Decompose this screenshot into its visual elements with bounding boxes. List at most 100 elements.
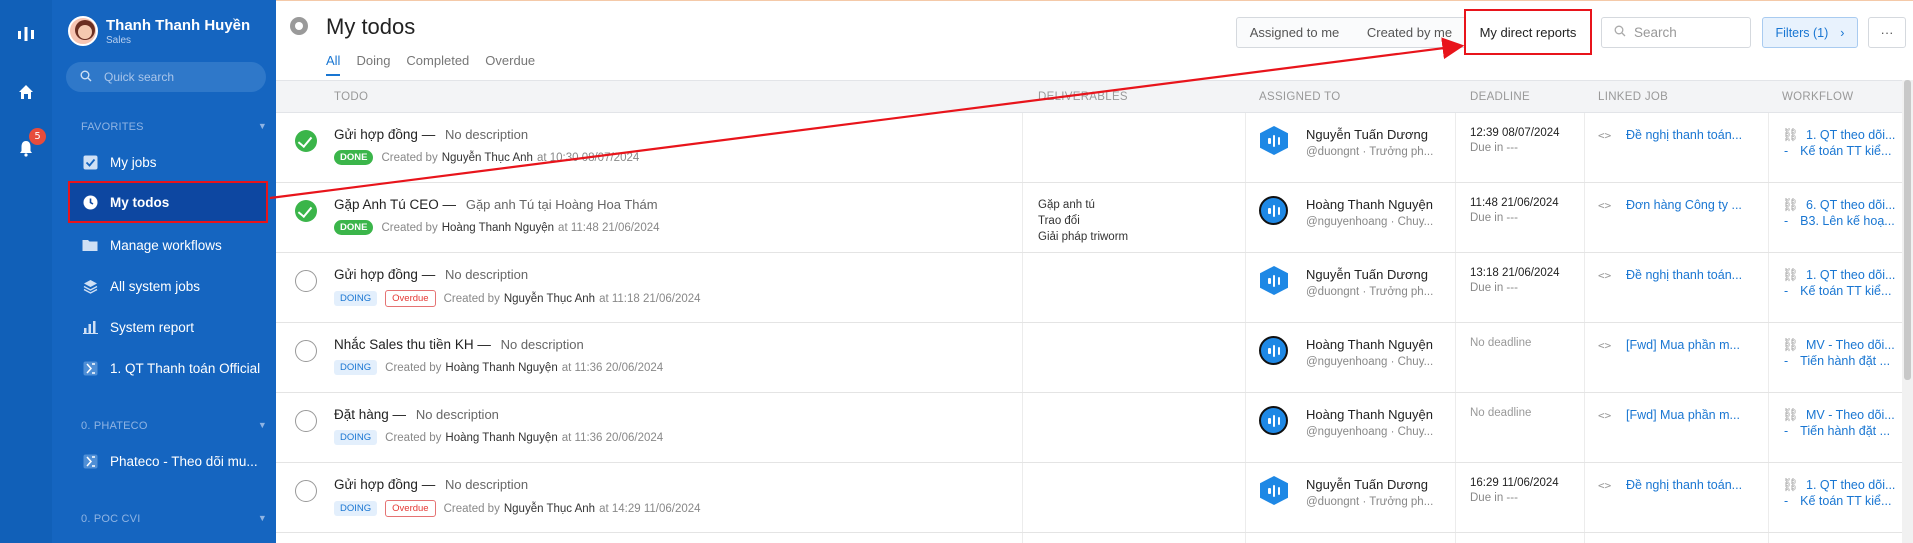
notification-badge: 5 (29, 128, 46, 145)
todo-title-line[interactable]: Gửi hợp đồng — No description (334, 267, 528, 282)
filters-label: Filters (1) (1775, 25, 1829, 40)
created-by-label: Created by (385, 431, 442, 444)
workflow-step[interactable]: - Kế toán TT kiể... (1784, 284, 1891, 298)
deadline-due: Due in --- (1470, 212, 1518, 224)
tab-overdue[interactable]: Overdue (485, 53, 535, 76)
link-icon: ⛓ (1782, 478, 1799, 493)
linked-job-link[interactable]: Đề nghị thanh toán... (1626, 478, 1742, 492)
table-row[interactable]: Gửi hợp đồng — No description DONE Creat… (276, 113, 1913, 183)
workflow-step[interactable]: - Tiến hành đặt ... (1784, 424, 1890, 438)
table-row[interactable]: Gửi hợp đồng — No description DOING Overd… (276, 253, 1913, 323)
tab-all[interactable]: All (326, 53, 341, 76)
phateco-section-label[interactable]: 0. PHATECO ▼ (81, 420, 271, 432)
workflow-link[interactable]: MV - Theo dõi... (1806, 408, 1895, 422)
poc-cvi-label: 0. POC CVI (81, 513, 141, 525)
assigned-to-me-button[interactable]: Assigned to me (1236, 17, 1353, 48)
table-row[interactable]: Nhắc Sales thu tiền KH — No description … (276, 323, 1913, 393)
sidebar-item-qt-thanh-toan[interactable]: 1. QT Thanh toán Official (68, 349, 268, 387)
todo-checkbox[interactable] (295, 410, 317, 432)
created-by-label: Created by (381, 151, 438, 164)
folder-icon (82, 237, 98, 253)
todo-title-line[interactable]: Gửi hợp đồng — No description (334, 477, 528, 492)
todo-checkbox[interactable] (295, 130, 317, 152)
todo-meta: DOING Created by Hoàng Thanh Nguyện at 1… (334, 430, 663, 445)
todo-title-line[interactable]: Gửi hợp đồng — No description (334, 127, 528, 142)
todo-checkbox[interactable] (295, 200, 317, 222)
user-role: Sales (106, 34, 132, 46)
creator-name: Hoàng Thanh Nguyện (445, 431, 558, 444)
sidebar-item-my-todos[interactable]: My todos (68, 181, 268, 223)
more-options-button[interactable]: ··· (1868, 17, 1906, 48)
workflow-link[interactable]: 1. QT theo dõi... (1806, 478, 1895, 492)
todo-description: No description (500, 337, 584, 352)
sidebar-item-system-report[interactable]: System report (68, 308, 268, 346)
avatar (68, 16, 98, 46)
favorites-section-label[interactable]: FAVORITES ▼ (81, 121, 271, 133)
clock-icon (82, 194, 98, 210)
assignee-handle: @duongnt · Trưởng ph... (1306, 146, 1434, 158)
todo-checkbox[interactable] (295, 270, 317, 292)
search-input[interactable]: Search (1601, 17, 1751, 48)
workflow-link[interactable]: 1. QT theo dõi... (1806, 128, 1895, 142)
table-row[interactable]: Gửi hợp đồng — No description DOING Overd… (276, 463, 1913, 533)
workflow-step[interactable]: - Kế toán TT kiể... (1784, 494, 1891, 508)
code-link-icon: <> (1598, 479, 1612, 492)
linked-job-link[interactable]: Đề nghị thanh toán... (1626, 128, 1742, 142)
tab-doing[interactable]: Doing (356, 53, 390, 76)
todo-checkbox[interactable] (295, 340, 317, 362)
created-at: at 11:18 21/06/2024 (599, 292, 701, 305)
todo-meta: DOING Overdue Created by Nguyễn Thục Anh … (334, 290, 701, 307)
created-by-me-button[interactable]: Created by me (1352, 17, 1468, 48)
sidebar-item-all-system-jobs[interactable]: All system jobs (68, 267, 268, 305)
todo-checkbox[interactable] (295, 480, 317, 502)
workflow-step-label: Kế toán TT kiể... (1800, 144, 1892, 158)
sidebar-item-my-jobs[interactable]: My jobs (68, 143, 268, 181)
filters-button[interactable]: Filters (1) › (1762, 17, 1858, 48)
assignee-name: Nguyễn Tuấn Dương (1306, 477, 1429, 492)
user-profile[interactable]: Thanh Thanh Huyền Sales (68, 16, 250, 46)
table-row[interactable]: Gặp Anh Tú CEO — Gặp anh Tú tại Hoàng Ho… (276, 183, 1913, 253)
user-name: Thanh Thanh Huyền (106, 16, 251, 34)
overdue-tag: Overdue (385, 500, 436, 517)
deadline-value: No deadline (1470, 407, 1532, 419)
todo-title-line[interactable]: Đặt hàng — No description (334, 407, 499, 422)
todo-description: No description (444, 127, 529, 142)
logo-icon[interactable] (12, 20, 40, 48)
created-by-label: Created by (385, 361, 442, 374)
deadline-value: 12:39 08/07/2024 (1470, 127, 1560, 139)
linked-job-link[interactable]: Đơn hàng Công ty ... (1626, 198, 1742, 212)
workflow-link[interactable]: MV - Theo dõi... (1806, 338, 1895, 352)
column-header-deadline: DEADLINE (1470, 91, 1530, 103)
sidebar-item-manage-workflows[interactable]: Manage workflows (68, 226, 268, 264)
vertical-scrollbar[interactable] (1902, 80, 1913, 543)
assignee-name: Nguyễn Tuấn Dương (1306, 127, 1429, 142)
home-icon[interactable] (12, 78, 40, 106)
tab-completed[interactable]: Completed (406, 53, 469, 76)
code-link-icon: <> (1598, 409, 1612, 422)
todo-title-line[interactable]: Gặp Anh Tú CEO — Gặp anh Tú tại Hoàng Ho… (334, 197, 658, 212)
deliverable-item: Trao đổi (1038, 215, 1080, 227)
workflow-link[interactable]: 1. QT theo dõi... (1806, 268, 1895, 282)
table-row[interactable]: Đặt hàng — No description DOING Created … (276, 393, 1913, 463)
workflow-step[interactable]: - Kế toán TT kiể... (1784, 144, 1891, 158)
column-header-linked-job: LINKED JOB (1598, 91, 1669, 103)
workflow-link[interactable]: 6. QT theo dõi... (1806, 198, 1895, 212)
linked-job-link[interactable]: Đề nghị thanh toán... (1626, 268, 1742, 282)
page-title: My todos (326, 14, 416, 39)
todo-title-line[interactable]: Nhắc Sales thu tiền KH — No description (334, 337, 584, 352)
link-icon: ⛓ (1782, 268, 1799, 283)
quick-search-input[interactable]: Quick search (66, 62, 266, 92)
doing-tag: DOING (334, 501, 378, 516)
created-by-label: Created by (381, 221, 438, 234)
poc-cvi-section-label[interactable]: 0. POC CVI ▼ (81, 513, 271, 525)
todo-title: Nhắc Sales thu tiền KH — (334, 337, 491, 352)
workflow-step[interactable]: - Tiến hành đặt ... (1784, 354, 1890, 368)
layers-icon (82, 278, 98, 294)
workflow-step[interactable]: - B3. Lên kế hoạ... (1784, 214, 1895, 228)
sidebar-item-phateco[interactable]: Phateco - Theo dõi mu... (68, 442, 268, 480)
bar-chart-icon (82, 319, 98, 335)
creator-name: Nguyễn Thục Anh (441, 151, 533, 164)
my-direct-reports-button[interactable]: My direct reports (1464, 9, 1592, 55)
linked-job-link[interactable]: [Fwd] Mua phần m... (1626, 338, 1740, 352)
linked-job-link[interactable]: [Fwd] Mua phần m... (1626, 408, 1740, 422)
